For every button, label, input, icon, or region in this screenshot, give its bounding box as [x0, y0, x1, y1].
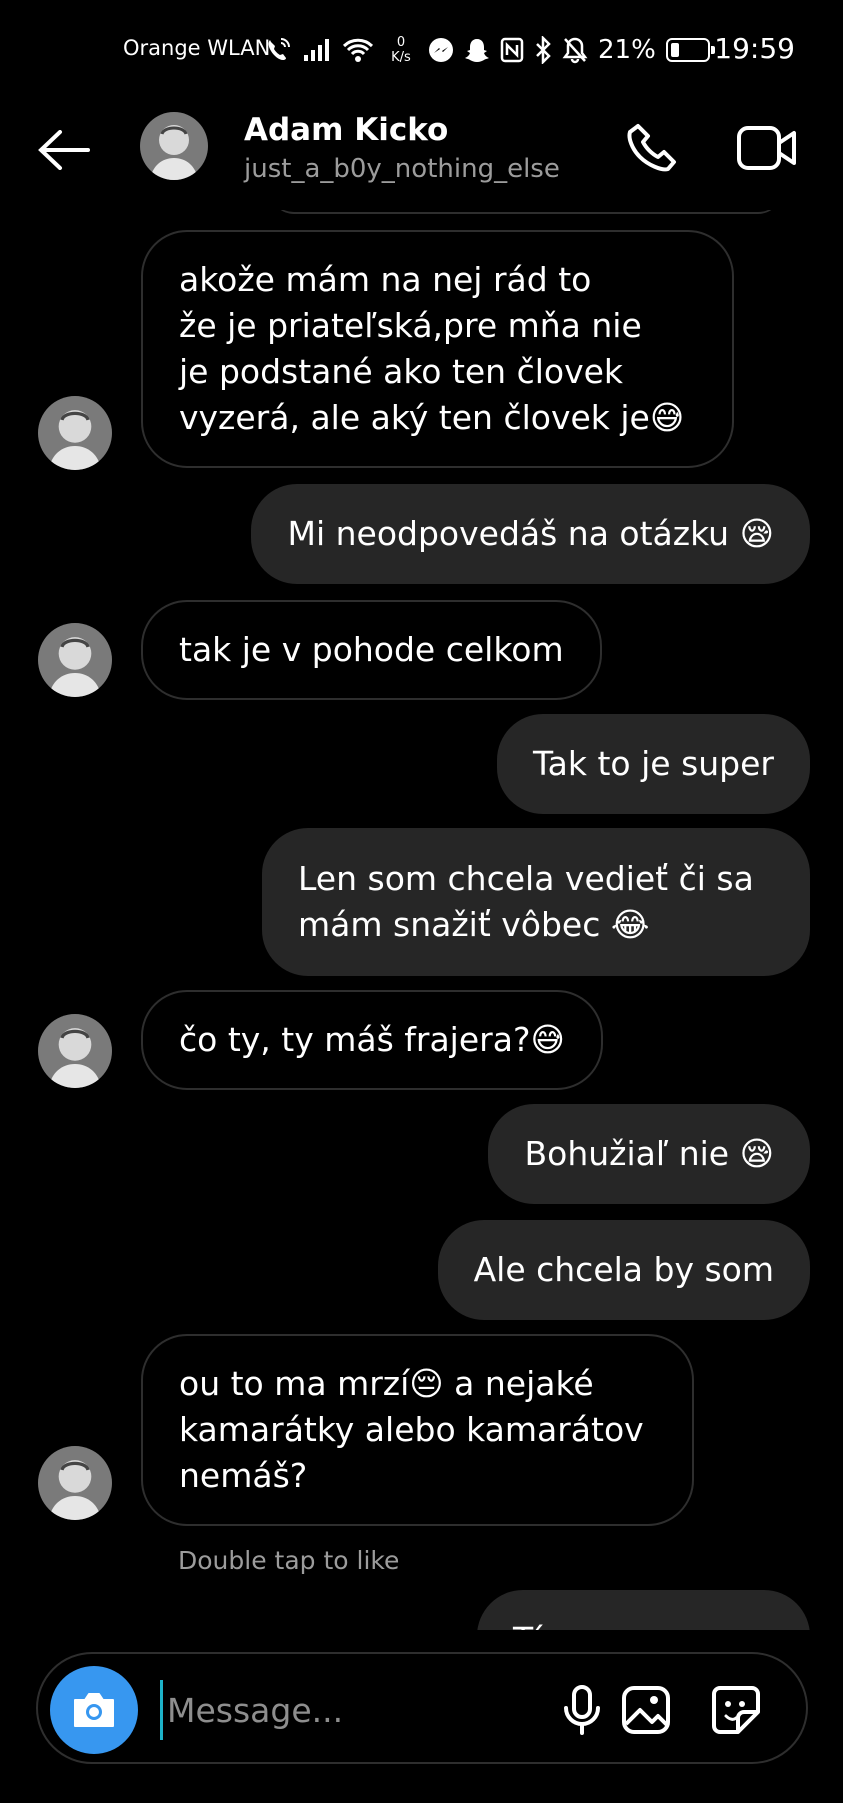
sticker-button[interactable] — [704, 1678, 768, 1742]
nfc-icon — [500, 37, 524, 63]
outgoing-message[interactable]: Ale chcela by som — [437, 1220, 810, 1320]
wifi-icon — [342, 37, 374, 63]
double-tap-hint: Double tap to like — [178, 1546, 400, 1575]
contact-username[interactable]: just_a_b0y_nothing_else — [244, 154, 560, 184]
message-input[interactable] — [160, 1680, 540, 1740]
chat-header: Adam Kicko just_a_b0y_nothing_else — [0, 100, 843, 210]
outgoing-message[interactable]: Tak to je super — [496, 714, 810, 814]
back-button[interactable] — [34, 120, 94, 180]
profile-photo — [38, 623, 112, 697]
camera-icon — [74, 1693, 114, 1727]
incoming-message[interactable]: ou to ma mrzí😔 a nejaké kamarátky alebo … — [141, 1334, 694, 1526]
message-text: Mi neodpovedáš na otázku 😪 — [287, 514, 774, 553]
message-text: Bohužiaľ nie 😪 — [524, 1134, 774, 1173]
outgoing-message-partial[interactable]: Tá ... — [477, 1590, 810, 1630]
battery-icon — [665, 38, 715, 62]
image-icon — [622, 1686, 670, 1734]
message-text: Tá ... — [513, 1620, 590, 1630]
profile-photo — [38, 1446, 112, 1520]
profile-photo — [38, 396, 112, 470]
message-text: akože mám na nej rád to že je priateľská… — [179, 260, 685, 437]
outgoing-message[interactable]: Bohužiaľ nie 😪 — [488, 1104, 810, 1204]
battery-level — [670, 43, 679, 57]
battery-percent: 21% — [598, 35, 656, 65]
status-bar: Orange WLAN 0 K/s 21% 19:59 — [0, 0, 843, 100]
profile-photo — [140, 112, 208, 180]
message-text: tak je v pohode celkom — [179, 630, 564, 669]
sender-avatar[interactable] — [38, 396, 112, 470]
video-call-button[interactable] — [732, 116, 802, 180]
camera-button[interactable] — [50, 1666, 138, 1754]
signal-icon — [302, 37, 332, 63]
outgoing-message[interactable]: Mi neodpovedáš na otázku 😪 — [251, 484, 810, 584]
incoming-message[interactable]: tak je v pohode celkom — [141, 600, 602, 700]
arrow-left-icon — [38, 130, 90, 170]
mute-bell-icon — [562, 36, 588, 64]
profile-photo — [38, 1014, 112, 1088]
net-speed: 0 K/s — [384, 35, 418, 65]
message-composer — [36, 1652, 808, 1764]
message-thread[interactable]: akože mám na nej rád to že je priateľská… — [0, 190, 843, 1630]
avatar[interactable] — [140, 112, 208, 180]
incoming-message[interactable]: čo ty, ty máš frajera?😅 — [141, 990, 603, 1090]
message-text: Len som chcela vedieť či sa mám snažiť v… — [298, 859, 754, 944]
video-camera-icon — [737, 126, 796, 170]
messenger-icon — [428, 37, 454, 63]
sender-avatar[interactable] — [38, 1446, 112, 1520]
gallery-button[interactable] — [614, 1678, 678, 1742]
clock: 19:59 — [714, 32, 795, 65]
status-icons: 0 K/s 21% — [264, 30, 715, 70]
voice-message-button[interactable] — [550, 1678, 614, 1742]
message-text: Ale chcela by som — [473, 1250, 774, 1289]
incoming-message[interactable]: akože mám na nej rád to že je priateľská… — [141, 230, 734, 468]
sender-avatar[interactable] — [38, 1014, 112, 1088]
snapchat-icon — [464, 37, 490, 63]
message-text: čo ty, ty máš frajera?😅 — [179, 1020, 565, 1059]
bluetooth-icon — [534, 36, 552, 64]
sticker-icon — [712, 1686, 760, 1734]
contact-name[interactable]: Adam Kicko — [244, 112, 448, 148]
phone-icon — [627, 124, 676, 172]
message-text: Tak to je super — [532, 744, 774, 783]
sender-avatar[interactable] — [38, 623, 112, 697]
net-speed-unit: K/s — [391, 50, 411, 65]
net-speed-value: 0 — [396, 35, 406, 50]
message-text: ou to ma mrzí😔 a nejaké kamarátky alebo … — [179, 1364, 644, 1495]
microphone-icon — [564, 1685, 600, 1735]
carrier-label: Orange WLAN — [123, 36, 271, 60]
voice-call-button[interactable] — [620, 116, 684, 180]
outgoing-message[interactable]: Len som chcela vedieť či sa mám snažiť v… — [262, 828, 810, 976]
wifi-calling-icon — [264, 36, 292, 64]
